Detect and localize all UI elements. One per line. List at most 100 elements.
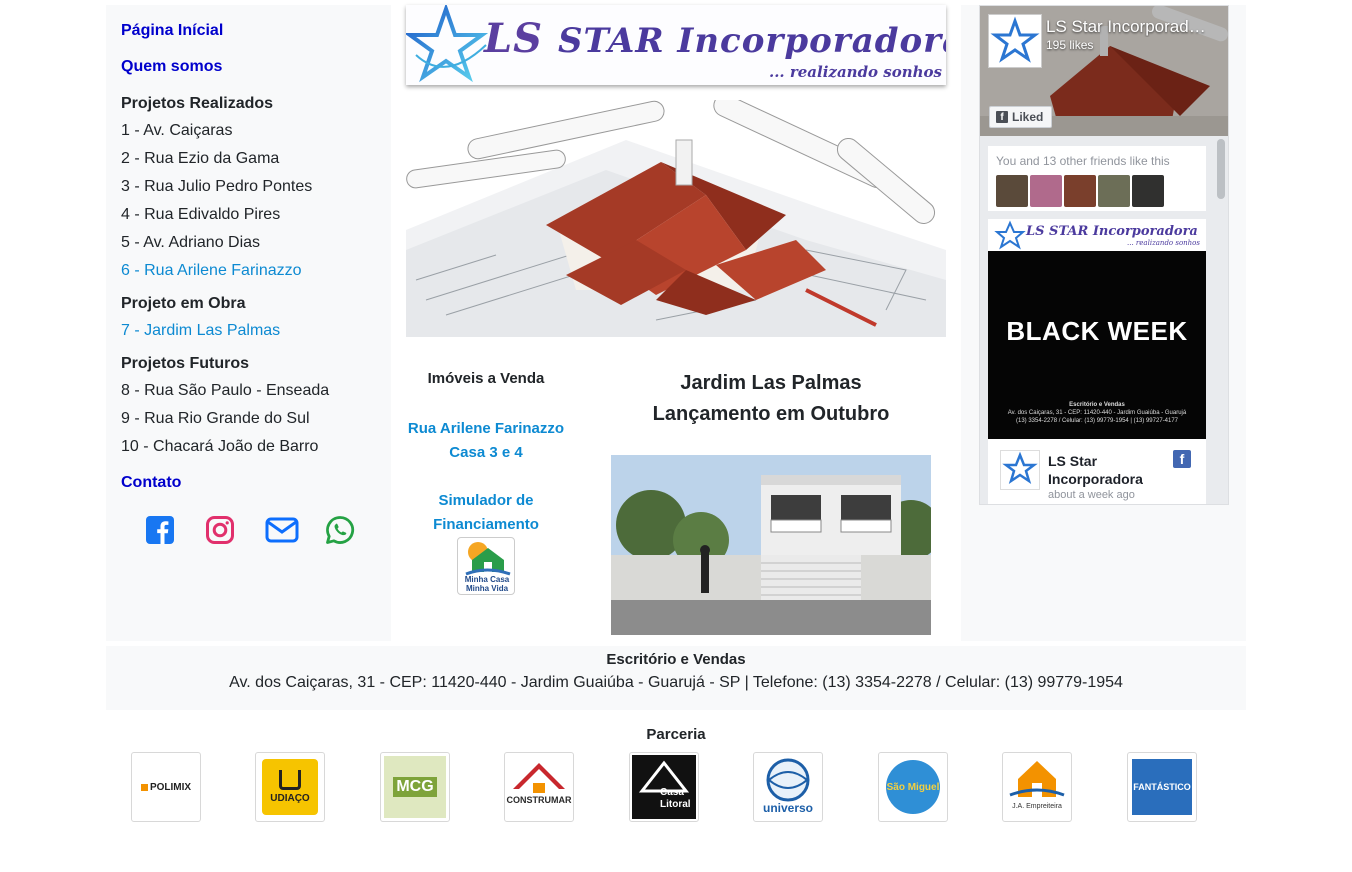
project-link-9[interactable]: 9 - Rua Rio Grande do Sul <box>121 405 376 433</box>
partner-name: universo <box>762 801 813 815</box>
project-link-8[interactable]: 8 - Rua São Paulo - Enseada <box>121 377 376 405</box>
logo-banner[interactable]: LS STAR Incorporadora ... realizando son… <box>406 5 946 85</box>
nav-contact-link[interactable]: Contato <box>121 475 376 491</box>
properties-for-sale: Imóveis a Venda Rua Arilene Farinazzo Ca… <box>400 370 572 595</box>
house-roof-icon <box>513 763 565 793</box>
facebook-friends-text: You and 13 other friends like this <box>996 154 1170 168</box>
nav-about-link[interactable]: Quem somos <box>121 59 376 75</box>
friend-avatar[interactable] <box>1098 175 1130 207</box>
post-logo-text: LS STAR Incorporadora <box>1026 224 1198 239</box>
black-week-office: Escritório e Vendas <box>1069 402 1125 408</box>
partner-logo-polimix[interactable]: POLIMIX <box>131 752 201 822</box>
mcmv-line1: Minha Casa <box>464 575 510 584</box>
black-week-banner: BLACK WEEK Escritório e Vendas Av. dos C… <box>988 251 1206 439</box>
friend-avatar[interactable] <box>1132 175 1164 207</box>
partner-logo-fantastico[interactable]: FANTÁSTICO <box>1127 752 1197 822</box>
mail-icon[interactable] <box>265 515 300 550</box>
partner-name: MCG <box>393 777 437 797</box>
project-link-10[interactable]: 10 - Chacará João de Barro <box>121 433 376 461</box>
partners-logos: POLIMIX UDIAÇO MCG CONSTRUMAR Casa Litor… <box>131 752 1211 822</box>
partner-logo-construmar[interactable]: CONSTRUMAR <box>504 752 574 822</box>
properties-title: Imóveis a Venda <box>427 370 545 387</box>
facebook-liked-label: Liked <box>1012 110 1044 124</box>
future-projects-title: Projetos Futuros <box>121 355 250 372</box>
realized-projects-title: Projetos Realizados <box>121 95 274 112</box>
project-link-2[interactable]: 2 - Rua Ezio da Gama <box>121 145 376 173</box>
partner-logo-sao-miguel[interactable]: São Miguel <box>878 752 948 822</box>
post-author-avatar[interactable] <box>1000 450 1040 490</box>
logo-ls: LS <box>484 15 544 62</box>
in-progress-title: Projeto em Obra <box>121 295 246 312</box>
black-week-address: Av. dos Caiçaras, 31 - CEP: 11420-440 - … <box>1007 410 1187 416</box>
partners-title: Parceria <box>646 726 706 743</box>
project-link-5[interactable]: 5 - Av. Adriano Dias <box>121 229 376 257</box>
facebook-small-icon: f <box>996 111 1008 123</box>
facebook-post[interactable]: LS STAR Incorporadora ... realizando son… <box>988 219 1206 504</box>
partner-name: UDIAÇO <box>270 793 310 804</box>
social-links <box>145 515 376 550</box>
office-address: Av. dos Caiçaras, 31 - CEP: 11420-440 - … <box>229 674 1123 691</box>
partner-name: J.A. Empreiteira <box>1012 803 1062 810</box>
nav-home-link[interactable]: Página Inícial <box>121 23 376 39</box>
featured-house-photo[interactable] <box>611 455 931 635</box>
project-link-6[interactable]: 6 - Rua Arilene Farinazzo <box>121 257 376 285</box>
facebook-friends-box: You and 13 other friends like this <box>988 146 1206 211</box>
house-icon <box>465 542 511 576</box>
facebook-logo-icon[interactable]: f <box>1173 450 1191 468</box>
partner-logo-mcg[interactable]: MCG <box>380 752 450 822</box>
post-timestamp[interactable]: about a week ago <box>1048 489 1135 501</box>
partner-logo-ja[interactable]: J.A. Empreiteira <box>1002 752 1072 822</box>
future-projects-group: Projetos Futuros 8 - Rua São Paulo - Ens… <box>121 355 376 461</box>
partner-logo-udiaco[interactable]: UDIAÇO <box>255 752 325 822</box>
partner-logo-universo[interactable]: universo <box>753 752 823 822</box>
office-info: Escritório e Vendas Av. dos Caiçaras, 31… <box>106 646 1246 710</box>
project-link-4[interactable]: 4 - Rua Edivaldo Pires <box>121 201 376 229</box>
partner-logo-casa-litoral[interactable]: Casa Litoral <box>629 752 699 822</box>
black-week-phones: (13) 3354-2278 / Celular: (13) 99779-195… <box>1016 418 1178 424</box>
house-orange-icon <box>1009 761 1065 797</box>
featured-launch: Jardim Las Palmas Lançamento em Outubro <box>611 368 931 430</box>
project-link-7[interactable]: 7 - Jardim Las Palmas <box>121 317 376 345</box>
partner-name: POLIMIX <box>149 781 192 793</box>
facebook-liked-button[interactable]: f Liked <box>989 106 1052 128</box>
whatsapp-icon[interactable] <box>325 515 360 550</box>
arilene-link-line1[interactable]: Rua Arilene Farinazzo <box>400 417 572 441</box>
realized-projects-group: Projetos Realizados 1 - Av. Caiçaras 2 -… <box>121 95 376 285</box>
simulator-link-line2[interactable]: Financiamento <box>400 513 572 537</box>
arilene-link-line2[interactable]: Casa 3 e 4 <box>400 441 572 465</box>
friend-avatar[interactable] <box>996 175 1028 207</box>
featured-title-line1: Jardim Las Palmas <box>680 372 862 394</box>
partner-name: Casa Litoral <box>660 787 691 810</box>
post-author-name[interactable]: LS Star Incorporadora <box>1048 452 1158 488</box>
facebook-scrollbar[interactable] <box>1217 139 1225 199</box>
in-progress-group: Projeto em Obra 7 - Jardim Las Palmas <box>121 295 376 345</box>
facebook-friend-faces <box>996 175 1198 207</box>
facebook-likes-count: 195 likes <box>1046 38 1094 52</box>
project-link-3[interactable]: 3 - Rua Julio Pedro Pontes <box>121 173 376 201</box>
simulator-link-line1[interactable]: Simulador de <box>400 489 572 513</box>
facebook-post-footer: LS Star Incorporadora about a week ago f <box>988 444 1206 504</box>
black-week-title: BLACK WEEK <box>1006 316 1188 346</box>
facebook-icon[interactable] <box>145 515 180 550</box>
facebook-post-logo: LS STAR Incorporadora ... realizando son… <box>988 219 1206 251</box>
facebook-page-widget[interactable]: LS Star Incorporadora 195 likes f Liked … <box>979 5 1229 505</box>
friend-avatar[interactable] <box>1064 175 1096 207</box>
mcmv-line2: Minha Vida <box>465 584 509 593</box>
hero-house-image <box>406 100 946 337</box>
facebook-page-avatar[interactable] <box>988 14 1042 68</box>
logo-text: STAR Incorporadora <box>557 21 946 61</box>
mcmv-logo[interactable]: Minha Casa Minha Vida <box>457 537 515 595</box>
partner-name: São Miguel <box>886 781 940 793</box>
partner-name: FANTÁSTICO <box>1133 782 1191 792</box>
sidebar: Página Inícial Quem somos Projetos Reali… <box>106 5 391 641</box>
facebook-page-name[interactable]: LS Star Incorporadora <box>1046 17 1206 37</box>
logo-slogan: ... realizando sonhos <box>768 63 942 81</box>
partner-name: CONSTRUMAR <box>506 795 572 805</box>
instagram-icon[interactable] <box>205 515 240 550</box>
featured-title-line2: Lançamento em Outubro <box>652 403 890 425</box>
office-title: Escritório e Vendas <box>606 651 746 668</box>
post-logo-slogan: ... realizando sonhos <box>1127 239 1200 247</box>
black-week-contact: Escritório e Vendas Av. dos Caiçaras, 31… <box>988 401 1206 425</box>
friend-avatar[interactable] <box>1030 175 1062 207</box>
project-link-1[interactable]: 1 - Av. Caiçaras <box>121 117 376 145</box>
